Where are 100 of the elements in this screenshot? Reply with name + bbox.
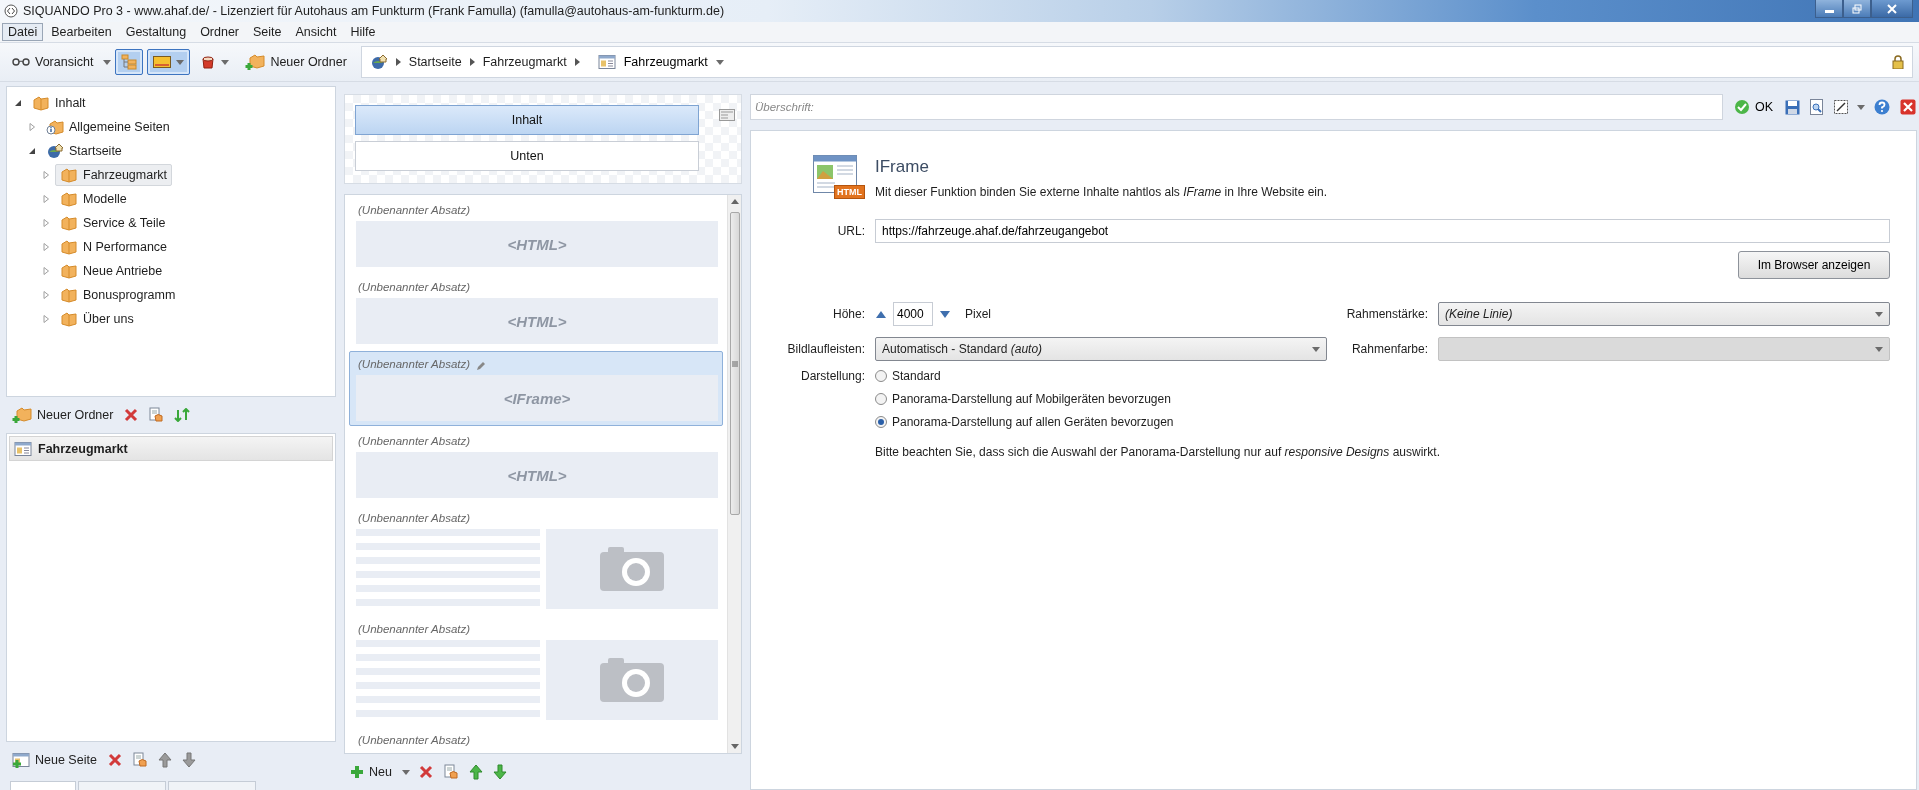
app-icon: [4, 4, 18, 18]
caret-icon: [1857, 104, 1865, 110]
tree-item[interactable]: Neue Antriebe: [55, 260, 168, 282]
caret-icon: [221, 59, 230, 65]
delete-button[interactable]: [106, 752, 123, 768]
menu-item[interactable]: Datei: [2, 23, 44, 41]
menu-item[interactable]: Seite: [247, 23, 288, 41]
tree-item[interactable]: Startseite: [41, 140, 127, 162]
menu-item[interactable]: Ansicht: [289, 23, 343, 41]
new-paragraph-button[interactable]: Neu: [348, 763, 394, 781]
move-up-button[interactable]: [467, 763, 484, 781]
page-item[interactable]: Fahrzeugmarkt: [9, 436, 333, 461]
height-field[interactable]: 4000: [893, 302, 933, 326]
delete-icon: [418, 765, 433, 779]
increase-button[interactable]: [875, 309, 887, 319]
tree-item[interactable]: Bonusprogramm: [55, 284, 181, 306]
menu-item[interactable]: Ordner: [194, 23, 246, 41]
new-folder-button[interactable]: Neuer Ordner: [10, 404, 116, 426]
border-width-select[interactable]: (Keine Linie): [1438, 302, 1890, 326]
lock-icon: [1892, 55, 1904, 69]
close-icon: [1886, 3, 1898, 14]
tree-item[interactable]: Modelle: [55, 188, 132, 210]
new-page-button[interactable]: Neue Seite: [10, 750, 99, 770]
page-dropdown[interactable]: Fahrzeugmarkt: [593, 52, 728, 72]
paragraph-item[interactable]: (Unbenannter Absatz): [349, 616, 723, 725]
close-button[interactable]: [1871, 0, 1913, 18]
folder-icon: [60, 215, 78, 231]
radio-option[interactable]: Panorama-Darstellung auf allen Geräten bevorzugen: [875, 413, 1890, 431]
preview-label: <HTML>: [507, 235, 567, 253]
save-button[interactable]: [1784, 98, 1801, 116]
paragraph-item[interactable]: (Unbenannter Absatz) <HTML>: [349, 428, 723, 503]
paste-button[interactable]: [147, 406, 166, 424]
move-down-button[interactable]: [180, 751, 197, 769]
paste-button[interactable]: [130, 751, 149, 769]
down-triangle-icon: [940, 310, 950, 318]
delete-button[interactable]: [417, 764, 434, 780]
open-in-browser-button[interactable]: Im Browser anzeigen: [1738, 251, 1890, 279]
radio-option[interactable]: Panorama-Darstellung auf Mobilgeräten bevorzugen: [875, 390, 1890, 408]
page-layout-icon: [14, 440, 32, 457]
camera-icon: [600, 658, 664, 702]
new-folder-button[interactable]: Neuer Ordner: [239, 49, 353, 75]
down-arrow-icon: [492, 764, 507, 780]
icon-label: HTML: [834, 185, 865, 199]
help-button[interactable]: [1873, 98, 1891, 116]
minimize-button[interactable]: [1815, 0, 1843, 18]
scroll-up-icon: [730, 199, 739, 204]
folder-icon: [60, 191, 78, 207]
globe-house-icon: [46, 143, 64, 159]
scrollbars-select[interactable]: Automatisch - Standard (auto): [875, 337, 1327, 361]
paragraph-item[interactable]: (Unbenannter Absatz): [349, 505, 723, 614]
folder-icon: [60, 263, 78, 279]
edit-button[interactable]: [1833, 99, 1849, 115]
url-field[interactable]: https://fahrzeuge.ahaf.de/fahrzeugangebot: [875, 219, 1890, 243]
tree-item[interactable]: Service & Teile: [55, 212, 171, 234]
menu-item[interactable]: Hilfe: [344, 23, 382, 41]
chevron-icon: [395, 58, 401, 66]
caret-icon: [176, 59, 185, 65]
folder-icon: [60, 287, 78, 303]
tree-item[interactable]: Inhalt: [27, 92, 91, 114]
scrollbar[interactable]: [727, 195, 741, 753]
preview-button[interactable]: Voransicht: [6, 49, 100, 75]
area-button[interactable]: Unten: [355, 141, 699, 171]
decrease-button[interactable]: [939, 309, 951, 319]
folder-icon: [32, 95, 50, 111]
note-text: Bitte beachten Sie, dass sich die Auswahl der Panorama-Darstellung nur auf responsive Designs auswirkt.: [875, 445, 1441, 459]
tree-item[interactable]: Über uns: [55, 308, 139, 330]
tree-item[interactable]: Allgemeine Seiten: [41, 116, 175, 138]
area-button[interactable]: Inhalt: [355, 105, 699, 135]
radio-icon[interactable]: [875, 370, 887, 382]
paragraph-item[interactable]: (Unbenannter Absatz) <HTML>: [349, 274, 723, 349]
heading-field[interactable]: Überschrift:: [750, 94, 1723, 120]
close-button[interactable]: [1899, 98, 1917, 116]
paragraph-item[interactable]: (Unbenannter Absatz): [349, 727, 723, 753]
breadcrumb-item[interactable]: Startseite: [408, 55, 462, 69]
view-toggle[interactable]: [115, 49, 144, 75]
ok-button[interactable]: OK: [1730, 98, 1776, 116]
tree-item[interactable]: Fahrzeugmarkt: [55, 164, 173, 186]
tree-item[interactable]: N Performance: [55, 236, 173, 258]
radio-icon[interactable]: [875, 393, 887, 405]
menu-item[interactable]: Gestaltung: [119, 23, 193, 41]
expander-icon[interactable]: [13, 98, 23, 108]
window-title: SIQUANDO Pro 3 - www.ahaf.de/ - Lizenziert für Autohaus am Funkturm (Frank Famulla) (famulla@autohaus-am-funkturm.de): [23, 4, 726, 18]
expander-icon[interactable]: [27, 146, 37, 156]
move-up-button[interactable]: [156, 751, 173, 769]
radio-icon[interactable]: [875, 416, 887, 428]
move-down-button[interactable]: [491, 763, 508, 781]
view-toggle[interactable]: [147, 49, 191, 75]
breadcrumb-item[interactable]: Fahrzeugmarkt: [482, 55, 567, 69]
globe-house-icon: [369, 54, 388, 70]
paste-button[interactable]: [441, 763, 460, 781]
restore-button[interactable]: [1843, 0, 1871, 18]
radio-option[interactable]: Standard: [875, 367, 1890, 385]
field-label: URL:: [837, 224, 865, 238]
menu-item[interactable]: Bearbeiten: [45, 23, 118, 41]
sort-button[interactable]: [173, 407, 192, 423]
paragraph-item[interactable]: (Unbenannter Absatz) <IFrame>: [349, 351, 723, 426]
preview-button[interactable]: [1809, 98, 1825, 116]
paragraph-title: (Unbenannter Absatz): [357, 733, 471, 748]
delete-button[interactable]: [123, 407, 140, 423]
paragraph-item[interactable]: (Unbenannter Absatz) <HTML>: [349, 197, 723, 272]
